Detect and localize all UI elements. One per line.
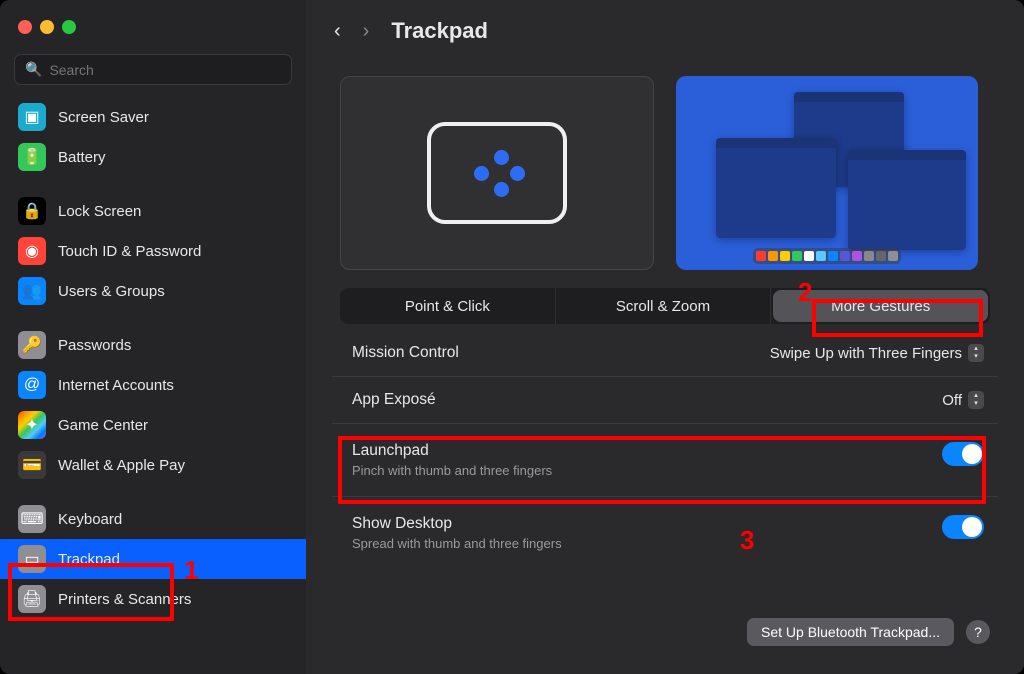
game-center-icon: ✦ <box>18 411 46 439</box>
sidebar-item-label: Internet Accounts <box>58 377 174 394</box>
search-field[interactable]: 🔍 <box>14 54 292 85</box>
row-mission-control: Mission Control Swipe Up with Three Fing… <box>332 330 998 377</box>
sidebar-item-printers[interactable]: 🖨 Printers & Scanners <box>0 579 306 619</box>
trackpad-animation-preview <box>340 76 654 270</box>
sidebar-item-trackpad[interactable]: ▭ Trackpad <box>0 539 306 579</box>
search-input[interactable] <box>49 62 281 78</box>
keyboard-icon: ⌨ <box>18 505 46 533</box>
system-settings-window: 🔍 ▣ Screen Saver 🔋 Battery 🔒 Lock Screen… <box>0 0 1024 674</box>
sidebar-item-label: Wallet & Apple Pay <box>58 457 185 474</box>
window-controls <box>0 10 306 46</box>
row-show-desktop: Show Desktop Spread with thumb and three… <box>332 497 998 569</box>
fingerprint-icon: ◉ <box>18 237 46 265</box>
annotation-number-2: 2 <box>798 277 812 308</box>
trackpad-icon: ▭ <box>18 545 46 573</box>
screen-saver-icon: ▣ <box>18 103 46 131</box>
back-button[interactable]: ‹ <box>334 20 341 43</box>
key-icon: 🔑 <box>18 331 46 359</box>
sidebar-item-screen-saver[interactable]: ▣ Screen Saver <box>0 97 306 137</box>
sidebar-item-wallet[interactable]: 💳 Wallet & Apple Pay <box>0 445 306 485</box>
sidebar-item-label: Screen Saver <box>58 109 149 126</box>
sidebar-item-label: Battery <box>58 149 106 166</box>
sidebar-item-label: Touch ID & Password <box>58 243 201 260</box>
sidebar-item-label: Printers & Scanners <box>58 591 191 608</box>
minimize-window-button[interactable] <box>40 20 54 34</box>
setup-bluetooth-button[interactable]: Set Up Bluetooth Trackpad... <box>747 618 954 646</box>
at-icon: @ <box>18 371 46 399</box>
updown-icon: ▴▾ <box>968 391 984 409</box>
launchpad-toggle[interactable] <box>942 442 984 466</box>
bottom-bar: Set Up Bluetooth Trackpad... ? <box>306 604 1024 674</box>
sidebar-item-battery[interactable]: 🔋 Battery <box>0 137 306 177</box>
battery-icon: 🔋 <box>18 143 46 171</box>
app-expose-select[interactable]: Off ▴▾ <box>942 391 984 409</box>
show-desktop-sublabel: Spread with thumb and three fingers <box>352 536 562 551</box>
tab-scroll-zoom[interactable]: Scroll & Zoom <box>556 288 772 324</box>
forward-button[interactable]: › <box>363 20 370 43</box>
tab-point-click[interactable]: Point & Click <box>340 288 556 324</box>
settings-list: Mission Control Swipe Up with Three Fing… <box>332 330 998 569</box>
sidebar-item-keyboard[interactable]: ⌨ Keyboard <box>0 499 306 539</box>
sidebar-item-passwords[interactable]: 🔑 Passwords <box>0 325 306 365</box>
show-desktop-toggle[interactable] <box>942 515 984 539</box>
sidebar-item-label: Lock Screen <box>58 203 141 220</box>
wallet-icon: 💳 <box>18 451 46 479</box>
printer-icon: 🖨 <box>18 585 46 613</box>
launchpad-label: Launchpad <box>352 442 552 460</box>
titlebar: ‹ › Trackpad <box>306 0 1024 50</box>
tab-bar: Point & Click Scroll & Zoom More Gesture… <box>340 288 990 324</box>
sidebar-item-label: Passwords <box>58 337 131 354</box>
row-app-expose: App Exposé Off ▴▾ <box>332 377 998 424</box>
annotation-number-3: 3 <box>740 525 754 556</box>
maximize-window-button[interactable] <box>62 20 76 34</box>
sidebar-item-touchid[interactable]: ◉ Touch ID & Password <box>0 231 306 271</box>
dock-preview <box>753 248 901 264</box>
show-desktop-label: Show Desktop <box>352 515 562 533</box>
sidebar: 🔍 ▣ Screen Saver 🔋 Battery 🔒 Lock Screen… <box>0 0 306 674</box>
preview-row <box>306 50 1024 288</box>
app-expose-label: App Exposé <box>352 391 436 409</box>
lock-icon: 🔒 <box>18 197 46 225</box>
sidebar-item-internet-accounts[interactable]: @ Internet Accounts <box>0 365 306 405</box>
launchpad-sublabel: Pinch with thumb and three fingers <box>352 463 552 478</box>
help-button[interactable]: ? <box>966 620 990 644</box>
sidebar-item-label: Trackpad <box>58 551 120 568</box>
close-window-button[interactable] <box>18 20 32 34</box>
main-content: ‹ › Trackpad Point & Click S <box>306 0 1024 674</box>
sidebar-item-users-groups[interactable]: 👥 Users & Groups <box>0 271 306 311</box>
sidebar-item-label: Game Center <box>58 417 148 434</box>
mission-control-label: Mission Control <box>352 344 459 362</box>
sidebar-list: ▣ Screen Saver 🔋 Battery 🔒 Lock Screen ◉… <box>0 91 306 625</box>
desktop-preview <box>676 76 978 270</box>
users-icon: 👥 <box>18 277 46 305</box>
annotation-number-1: 1 <box>184 555 198 586</box>
sidebar-item-game-center[interactable]: ✦ Game Center <box>0 405 306 445</box>
row-launchpad: Launchpad Pinch with thumb and three fin… <box>332 424 998 497</box>
search-icon: 🔍 <box>25 61 42 78</box>
sidebar-item-label: Users & Groups <box>58 283 165 300</box>
page-title: Trackpad <box>391 18 488 44</box>
mission-control-select[interactable]: Swipe Up with Three Fingers ▴▾ <box>770 344 984 362</box>
sidebar-item-label: Keyboard <box>58 511 122 528</box>
updown-icon: ▴▾ <box>968 344 984 362</box>
sidebar-item-lock-screen[interactable]: 🔒 Lock Screen <box>0 191 306 231</box>
trackpad-graphic <box>427 122 567 224</box>
